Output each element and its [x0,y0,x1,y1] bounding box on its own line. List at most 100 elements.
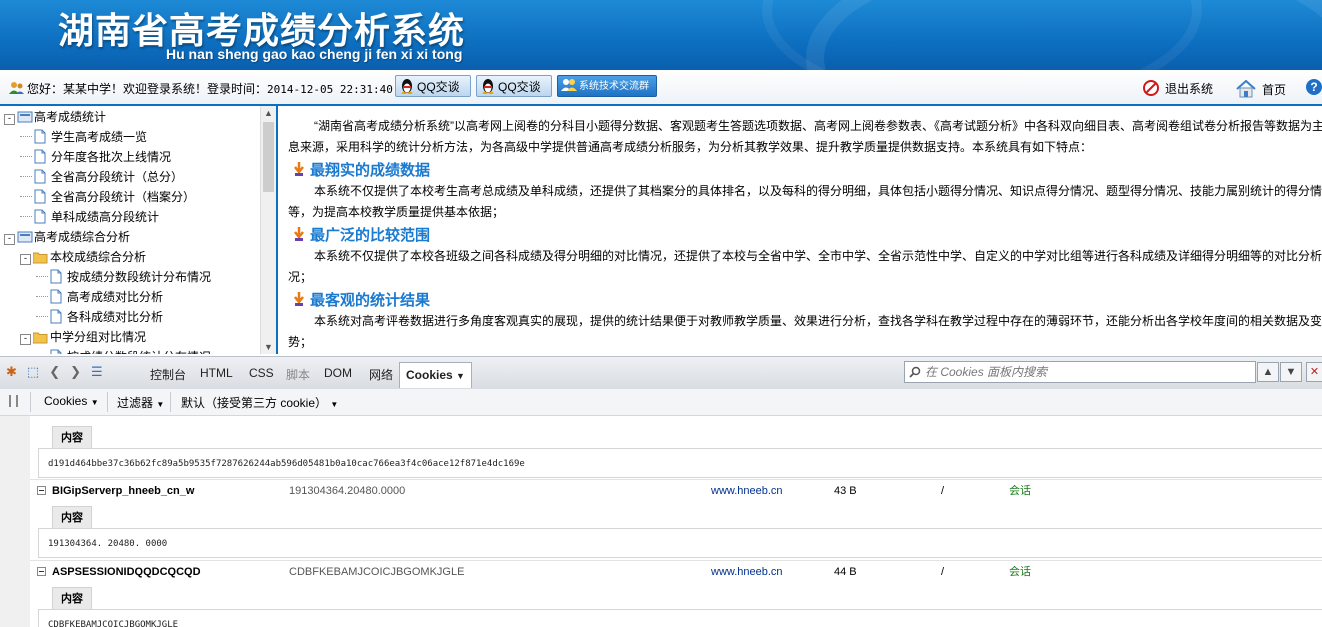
qq-penguin-icon [482,79,494,94]
search-next-button[interactable]: ▼ [1280,362,1302,382]
cookie-row[interactable]: ASPSESSIONIDQQDCQCQD CDBFKEBAMJCOICJBGOM… [30,560,1322,583]
welcome-message: 您好：某某中学！欢迎登录系统！登录时间：2014-12-05 22:31:40 [8,80,393,97]
search-prev-button[interactable]: ▲ [1257,362,1279,382]
command-line-icon[interactable]: ☰ [91,364,103,380]
home-button[interactable]: 首页 [1236,79,1287,98]
cookie-content-tab[interactable]: 内容 [52,587,92,609]
page-icon [50,269,65,284]
toolbar-divider [107,392,108,412]
tree-item[interactable]: 全省高分段统计（总分） [20,167,183,187]
tree-item[interactable]: 按成绩分数段统计分布情况 [36,347,211,354]
tab-console[interactable]: 控制台 [150,366,186,383]
search-icon [909,366,921,378]
folder-icon [32,330,48,345]
tab-script[interactable]: 脚本 [286,366,310,383]
tab-css[interactable]: CSS [249,366,274,380]
chevron-down-icon: ▼ [90,398,99,407]
back-arrow-icon[interactable]: ❮ [49,364,60,380]
cookies-menu[interactable]: Cookies ▼ [44,394,99,408]
pause-icon[interactable] [9,395,18,407]
tree-item-label: 按成绩分数段统计分布情况 [67,270,212,284]
login-time: 2014-12-05 22:31:40 [267,83,393,96]
tab-cookies[interactable]: Cookies ▼ [399,362,472,388]
inspect-icon[interactable]: ⬚ [27,364,39,380]
tree-item[interactable]: 学生高考成绩一览 [20,127,147,147]
scroll-up-arrow-icon[interactable]: ▲ [264,108,273,118]
close-icon[interactable]: ✕ [1306,362,1322,382]
feature-title-text: 最客观的统计结果 [310,292,431,309]
tree-item[interactable]: 高考成绩对比分析 [36,287,163,307]
intro-paragraph: “湖南省高考成绩分析系统”以高考网上阅卷的分科目小题得分数据、客观题考生答题选项… [288,119,1322,154]
tree-item-label: 单科成绩高分段统计 [51,210,160,224]
tree-item-label: 本校成绩综合分析 [50,250,147,264]
tree-item[interactable]: 各科成绩对比分析 [36,307,163,327]
tree-item[interactable]: 分年度各批次上线情况 [20,147,171,167]
tech-group-button[interactable]: 系统技术交流群 [557,75,657,97]
scroll-thumb[interactable] [263,122,274,192]
nav-tree: - 高考成绩统计学生高考成绩一览 分年度各批次上线情况 全省高分段统计（总分） 全省高分… [0,106,278,354]
banner-decoration [762,0,1202,70]
home-label: 首页 [1262,83,1287,97]
collapse-icon[interactable]: - [4,234,15,245]
collapse-icon[interactable]: - [20,334,31,345]
help-icon[interactable]: ? [1306,79,1322,95]
default-policy-menu[interactable]: 默认（接受第三方 cookie） ▼ [181,394,338,411]
filter-menu[interactable]: 过滤器 ▼ [117,394,164,411]
filter-menu-label: 过滤器 [117,396,154,410]
cookie-row[interactable]: BIGipServerp_hneeb_cn_w 191304364.20480.… [30,479,1322,502]
cookie-expires: 会话 [1009,485,1031,497]
qq-chat-button[interactable]: QQ交谈 [395,75,471,97]
collapse-icon[interactable] [37,567,46,576]
forward-arrow-icon[interactable]: ❯ [70,364,81,380]
tree-item[interactable]: - 高考成绩综合分析 [4,227,130,247]
logout-button[interactable]: 退出系统 [1143,80,1213,97]
collapse-icon[interactable]: - [4,114,15,125]
toolbar-divider [170,392,171,412]
tab-dom[interactable]: DOM [324,366,352,380]
chevron-down-icon: ▼ [156,400,165,409]
collapse-icon[interactable] [37,486,46,495]
welcome-text: 您好：某某中学！欢迎登录系统！登录时间： [27,82,268,96]
feature-title: 最广泛的比较范围 [292,224,430,245]
cookie-name: ASPSESSIONIDQQDCQCQD [52,566,201,578]
tree-item[interactable]: - 本校成绩综合分析 [20,247,146,267]
collapse-icon[interactable]: - [20,254,31,265]
cookies-search-input[interactable]: 在 Cookies 面板内搜索 [904,361,1256,383]
cookie-size: 44 B [834,566,857,578]
qq-chat-button-2[interactable]: QQ交谈 [476,75,552,97]
folder-icon [17,230,33,245]
cookies-subtoolbar: Cookies ▼ 过滤器 ▼ 默认（接受第三方 cookie） ▼ [0,389,1322,416]
scroll-down-arrow-icon[interactable]: ▼ [264,342,273,352]
feature-title: 最翔实的成绩数据 [292,159,430,180]
cookie-value-detail: d191d464bbe37c36b62fc89a5b9535f728762624… [38,448,1322,478]
cookies-menu-label: Cookies [44,394,88,408]
logout-label: 退出系统 [1165,82,1214,96]
search-placeholder: 在 Cookies 面板内搜索 [925,365,1048,379]
cookie-size: 43 B [834,485,857,497]
cookie-content-tab[interactable]: 内容 [52,506,92,528]
tab-network[interactable]: 网络 [369,366,393,383]
tree-item[interactable]: - 高考成绩统计 [4,107,106,127]
toolbar-divider [30,392,31,412]
arrow-bullet-icon [294,162,304,176]
tab-html[interactable]: HTML [200,366,233,380]
cookie-content-tab[interactable]: 内容 [52,426,92,448]
arrow-bullet-icon [294,292,304,306]
tree-item[interactable]: 按成绩分数段统计分布情况 [36,267,211,287]
feature-paragraph: 本系统不仅提供了本校考生高考总成绩及单科成绩，还提供了其档案分的具体排名，以及每… [288,184,1322,219]
tree-item[interactable]: 单科成绩高分段统计 [20,207,159,227]
tree-scrollbar[interactable]: ▲ ▼ [260,106,276,354]
panel-gutter [0,416,30,627]
tree-item-label: 中学分组对比情况 [50,330,147,344]
tree-item[interactable]: 全省高分段统计（档案分） [20,187,195,207]
firebug-icon[interactable]: ✱ [6,364,17,380]
tree-item[interactable]: - 中学分组对比情况 [20,327,146,347]
tree-item-label: 高考成绩统计 [34,110,107,124]
home-icon [1236,79,1256,98]
qq-chat-label: QQ交谈 [417,80,460,94]
page-icon [50,289,65,304]
default-policy-label: 默认（接受第三方 cookie） [181,396,328,410]
cookie-expires: 会话 [1009,566,1031,578]
cookie-domain: www.hneeb.cn [711,566,783,578]
cookie-domain: www.hneeb.cn [711,485,783,497]
